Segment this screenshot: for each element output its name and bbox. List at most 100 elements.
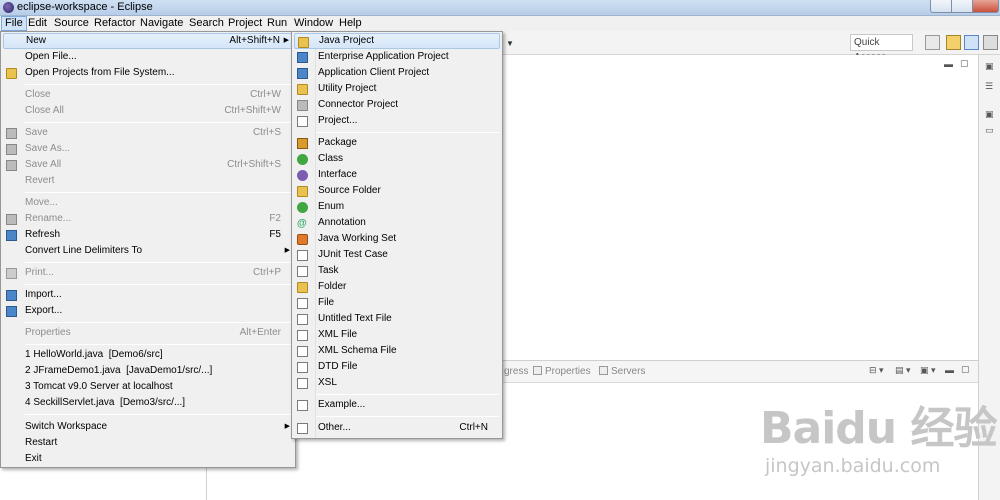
- menu-item-rename[interactable]: Rename... F2: [3, 211, 293, 227]
- menu-item-other[interactable]: Other... Ctrl+N: [294, 420, 500, 436]
- menu-window[interactable]: Window: [291, 16, 336, 31]
- menu-item-file[interactable]: File: [294, 295, 500, 311]
- menu-item-folder[interactable]: Folder: [294, 279, 500, 295]
- menu-item-recent-4[interactable]: 4 SeckillServlet.java [Demo3/src/...]: [3, 395, 293, 411]
- menu-item-annotation[interactable]: @ Annotation: [294, 215, 500, 231]
- maximize-panel-icon[interactable]: ▢: [961, 364, 970, 375]
- minimize-button[interactable]: [930, 0, 952, 13]
- menu-item-properties[interactable]: Properties Alt+Enter: [3, 325, 293, 341]
- menu-item-revert[interactable]: Revert: [3, 173, 293, 189]
- menu-item-xsl[interactable]: XSL: [294, 375, 500, 391]
- debug-perspective-icon[interactable]: [983, 35, 998, 50]
- menu-file[interactable]: File: [1, 16, 27, 31]
- menu-source[interactable]: Source: [51, 16, 92, 31]
- menu-item-new[interactable]: New Alt+Shift+N ▶: [3, 33, 293, 49]
- menu-item-refresh[interactable]: Refresh F5: [3, 227, 293, 243]
- menu-item-save[interactable]: Save Ctrl+S: [3, 125, 293, 141]
- menu-item-label: Untitled Text File: [318, 313, 392, 324]
- menu-item-label: Close: [25, 89, 51, 100]
- menu-item-shortcut: F5: [269, 229, 281, 240]
- menu-item-project[interactable]: Project...: [294, 113, 500, 129]
- menu-item-print[interactable]: Print... Ctrl+P: [3, 265, 293, 281]
- outline-view-icon[interactable]: ☰: [985, 81, 993, 92]
- menu-project[interactable]: Project: [225, 16, 265, 31]
- menu-item-enum[interactable]: Enum: [294, 199, 500, 215]
- menu-item-task[interactable]: Task: [294, 263, 500, 279]
- menu-navigate[interactable]: Navigate: [137, 16, 186, 31]
- task-list-view-icon[interactable]: ▭: [985, 125, 994, 136]
- menu-item-close-all[interactable]: Close All Ctrl+Shift+W: [3, 103, 293, 119]
- java-ee-perspective-icon[interactable]: [946, 35, 961, 50]
- menu-item-open-projects[interactable]: Open Projects from File System...: [3, 65, 293, 81]
- menu-item-utility-project[interactable]: Utility Project: [294, 81, 500, 97]
- close-window-button[interactable]: [972, 0, 999, 13]
- menu-item-untitled-text-file[interactable]: Untitled Text File: [294, 311, 500, 327]
- menu-separator: [25, 344, 292, 345]
- menu-search[interactable]: Search: [186, 16, 227, 31]
- menu-separator: [316, 416, 499, 417]
- menu-item-label: Print...: [25, 267, 54, 278]
- menu-item-import[interactable]: Import...: [3, 287, 293, 303]
- menu-separator: [25, 192, 292, 193]
- maximize-button[interactable]: [951, 0, 973, 13]
- menu-run[interactable]: Run: [264, 16, 290, 31]
- view-filter-icon[interactable]: ▣ ▾: [920, 365, 936, 376]
- menu-item-move[interactable]: Move...: [3, 195, 293, 211]
- menu-item-junit-test-case[interactable]: JUnit Test Case: [294, 247, 500, 263]
- menu-item-label: Enterprise Application Project: [318, 51, 449, 62]
- menu-item-export[interactable]: Export...: [3, 303, 293, 319]
- menu-item-label: Move...: [25, 197, 58, 208]
- save-all-icon: [6, 160, 17, 171]
- menu-item-enterprise-app-project[interactable]: Enterprise Application Project: [294, 49, 500, 65]
- menu-item-save-as[interactable]: Save As...: [3, 141, 293, 157]
- folder-icon: [6, 68, 17, 79]
- menu-item-restart[interactable]: Restart: [3, 435, 293, 451]
- menu-item-xml-file[interactable]: XML File: [294, 327, 500, 343]
- view-toolbar-icon[interactable]: ⊟ ▾: [869, 365, 884, 376]
- maximize-view-icon[interactable]: ▢: [960, 58, 969, 69]
- menu-item-save-all[interactable]: Save All Ctrl+Shift+S: [3, 157, 293, 173]
- menu-item-interface[interactable]: Interface: [294, 167, 500, 183]
- minimize-panel-icon[interactable]: ▬: [945, 365, 954, 375]
- menu-item-source-folder[interactable]: Source Folder: [294, 183, 500, 199]
- junit-icon: [297, 250, 308, 261]
- menu-edit[interactable]: Edit: [25, 16, 50, 31]
- menu-help[interactable]: Help: [336, 16, 365, 31]
- menu-item-java-project[interactable]: Java Project: [294, 33, 500, 49]
- toolbar-dropdown-icon[interactable]: ▼: [506, 39, 514, 48]
- menu-item-connector-project[interactable]: Connector Project: [294, 97, 500, 113]
- menu-item-recent-2[interactable]: 2 JFrameDemo1.java [JavaDemo1/src/...]: [3, 363, 293, 379]
- menu-item-label: Utility Project: [318, 83, 377, 94]
- menu-item-app-client-project[interactable]: Application Client Project: [294, 65, 500, 81]
- open-perspective-icon[interactable]: [925, 35, 940, 50]
- tab-servers[interactable]: Servers: [599, 366, 645, 377]
- menu-item-label: Convert Line Delimiters To: [25, 245, 143, 256]
- baidu-watermark-url: jingyan.baidu.com: [765, 455, 941, 477]
- menu-item-dtd-file[interactable]: DTD File: [294, 359, 500, 375]
- quick-access-field[interactable]: Quick Access: [850, 34, 913, 63]
- menu-item-package[interactable]: Package: [294, 135, 500, 151]
- tab-properties[interactable]: Properties: [533, 366, 591, 377]
- tab-servers-label: Servers: [611, 366, 646, 377]
- restore-view-icon-2[interactable]: ▣: [985, 109, 994, 120]
- menu-item-exit[interactable]: Exit: [3, 451, 293, 467]
- menu-separator: [25, 122, 292, 123]
- menu-item-switch-workspace[interactable]: Switch Workspace ▶: [3, 419, 293, 435]
- menu-item-xml-schema-file[interactable]: XML Schema File: [294, 343, 500, 359]
- java-perspective-icon[interactable]: [964, 35, 979, 50]
- menu-item-open-file[interactable]: Open File...: [3, 49, 293, 65]
- menu-separator: [25, 284, 292, 285]
- view-menu-icon[interactable]: ▤ ▾: [895, 365, 911, 376]
- menu-refactor[interactable]: Refactor: [91, 16, 139, 31]
- menu-item-example[interactable]: Example...: [294, 397, 500, 413]
- tab-progress[interactable]: gress: [504, 366, 528, 377]
- menu-item-convert-line-delimiters[interactable]: Convert Line Delimiters To ▶: [3, 243, 293, 259]
- minimize-view-icon[interactable]: ▬: [944, 59, 953, 69]
- menu-item-recent-3[interactable]: 3 Tomcat v9.0 Server at localhost: [3, 379, 293, 395]
- submenu-arrow-icon: ▶: [284, 247, 290, 254]
- restore-view-icon[interactable]: ▣: [985, 61, 994, 72]
- menu-item-recent-1[interactable]: 1 HelloWorld.java [Demo6/src]: [3, 347, 293, 363]
- menu-item-java-working-set[interactable]: Java Working Set: [294, 231, 500, 247]
- menu-item-close[interactable]: Close Ctrl+W: [3, 87, 293, 103]
- menu-item-class[interactable]: Class: [294, 151, 500, 167]
